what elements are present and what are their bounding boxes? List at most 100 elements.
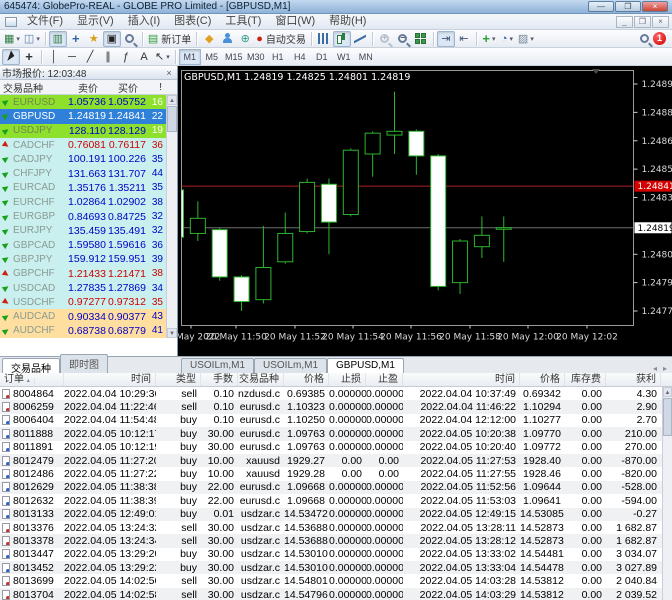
- menu-item-6[interactable]: 帮助(H): [322, 14, 373, 29]
- menu-item-1[interactable]: 显示(V): [70, 14, 121, 29]
- orders-table-scrollbar[interactable]: ▲: [662, 387, 672, 600]
- scroll-up-arrow[interactable]: ▲: [663, 387, 672, 397]
- market-watch-close-icon[interactable]: ×: [163, 68, 175, 78]
- market-watch-row-gbpcad[interactable]: GBPCAD1.595801.5961636: [0, 238, 177, 252]
- menu-item-4[interactable]: 工具(T): [218, 14, 268, 29]
- order-row-8006404[interactable]: 80064042022.04.04 11:54:48buy0.10eurusd.…: [0, 414, 672, 427]
- market-watch-row-gbpusd[interactable]: GBPUSD1.248191.2484122: [0, 109, 177, 123]
- vertical-line-icon[interactable]: │: [45, 49, 63, 65]
- minimize-button[interactable]: —: [588, 1, 614, 12]
- new-chart-icon[interactable]: ▦▾: [2, 31, 22, 47]
- arrows-icon[interactable]: ↖▾: [153, 49, 172, 65]
- menu-item-0[interactable]: 文件(F): [20, 14, 70, 29]
- arrows-dropdown-arrow[interactable]: ▾: [166, 53, 170, 61]
- column-bid[interactable]: 卖价: [62, 80, 108, 95]
- market-watch-row-usdjpy[interactable]: USDJPY128.110128.12919: [0, 124, 177, 138]
- mdi-close-button[interactable]: ×: [652, 16, 669, 28]
- market-watch-icon[interactable]: ▥: [49, 31, 67, 47]
- auto-scroll-icon[interactable]: ⇥: [437, 31, 455, 47]
- indicators-icon[interactable]: +▾: [480, 31, 498, 47]
- maximize-button[interactable]: ❒: [615, 1, 641, 12]
- chart-tab-1[interactable]: USOILm,M1: [254, 358, 327, 373]
- order-row-8013704[interactable]: 80137042022.04.05 14:02:58sell30.00usdza…: [0, 588, 672, 600]
- orders-column-7[interactable]: 止盈: [366, 373, 403, 386]
- market-watch-row-audcad[interactable]: AUDCAD0.903340.9037743: [0, 309, 177, 323]
- community-icon[interactable]: [218, 31, 236, 47]
- order-row-8012632[interactable]: 80126322022.04.05 11:38:39buy22.00eurusd…: [0, 494, 672, 507]
- column-ask[interactable]: 买价: [108, 80, 148, 95]
- column-symbol[interactable]: 交易品种: [0, 80, 62, 95]
- market-watch-row-usdcad[interactable]: USDCAD1.278351.2786934: [0, 281, 177, 295]
- mdi-minimize-button[interactable]: _: [616, 16, 633, 28]
- chart-candles-icon[interactable]: [333, 31, 351, 47]
- trendline-icon[interactable]: ╱: [81, 49, 99, 65]
- zoom-out-icon[interactable]: −: [394, 31, 412, 47]
- menu-item-2[interactable]: 插入(I): [121, 14, 167, 29]
- chart-window-icon[interactable]: [5, 17, 17, 27]
- terminal-icon[interactable]: ▣: [103, 31, 121, 47]
- order-row-8013376[interactable]: 80133762022.04.05 13:24:32sell30.00usdza…: [0, 521, 672, 534]
- order-row-8012479[interactable]: 80124792022.04.05 11:27:20buy10.00xauusd…: [0, 454, 672, 467]
- order-row-8013699[interactable]: 80136992022.04.05 14:02:56sell30.00usdza…: [0, 574, 672, 587]
- order-row-8013378[interactable]: 80133782022.04.05 13:24:34sell30.00usdza…: [0, 534, 672, 547]
- orders-column-2[interactable]: 类型: [156, 373, 201, 386]
- scrollbar-thumb[interactable]: [167, 106, 177, 132]
- profiles-icon[interactable]: ◫▾: [22, 31, 42, 47]
- mdi-restore-button[interactable]: ❒: [634, 16, 651, 28]
- metaeditor-icon[interactable]: ◆: [200, 31, 218, 47]
- navigator-icon[interactable]: ★: [85, 31, 103, 47]
- search-icon[interactable]: [635, 31, 653, 47]
- order-row-8013452[interactable]: 80134522022.04.05 13:29:22buy30.00usdzar…: [0, 561, 672, 574]
- market-watch-row-eurjpy[interactable]: EURJPY135.459135.49132: [0, 224, 177, 238]
- profiles-dropdown-arrow[interactable]: ▾: [36, 35, 40, 43]
- orders-column-3[interactable]: 手数: [201, 373, 238, 386]
- market-watch-row-cadchf[interactable]: CADCHF0.760810.7611736: [0, 138, 177, 152]
- periods-icon[interactable]: ◔▾: [498, 31, 516, 47]
- market-watch-scrollbar[interactable]: ▲ ▼: [166, 95, 177, 338]
- scroll-up-arrow[interactable]: ▲: [167, 95, 177, 105]
- timeframe-m30-button[interactable]: M30: [245, 49, 267, 65]
- chart-line-icon[interactable]: [351, 31, 369, 47]
- periods-dropdown-arrow[interactable]: ▾: [509, 35, 513, 43]
- new-chart-dropdown-arrow[interactable]: ▾: [16, 35, 20, 43]
- orders-column-0[interactable]: 订单 ▴: [0, 373, 64, 386]
- chart-tab-0[interactable]: USOILm,M1: [181, 358, 254, 373]
- orders-column-10[interactable]: 库存费: [565, 373, 606, 386]
- market-watch-row-gbpjpy[interactable]: GBPJPY159.912159.95139: [0, 252, 177, 266]
- market-watch-row-cadjpy[interactable]: CADJPY100.191100.22635: [0, 152, 177, 166]
- market-watch-row-usdchf[interactable]: USDCHF0.972770.9731235: [0, 295, 177, 309]
- crosshair-icon[interactable]: +: [20, 49, 38, 65]
- chart-shift-icon[interactable]: ⇤: [455, 31, 473, 47]
- equidistant-channel-icon[interactable]: ∥: [99, 49, 117, 65]
- market-watch-row-audchf[interactable]: AUDCHF0.687380.6877941: [0, 324, 177, 338]
- zoom-in-icon[interactable]: +: [376, 31, 394, 47]
- scroll-down-arrow[interactable]: ▼: [167, 328, 177, 338]
- market-watch-row-gbpchf[interactable]: GBPCHF1.214331.2147138: [0, 267, 177, 281]
- order-row-8012486[interactable]: 80124862022.04.05 11:27:22buy10.00xauusd…: [0, 467, 672, 480]
- orders-column-8[interactable]: 时间: [403, 373, 520, 386]
- timeframe-m1-button[interactable]: M1: [179, 49, 201, 65]
- chart-bars-icon[interactable]: [315, 31, 333, 47]
- timeframe-d1-button[interactable]: D1: [311, 49, 333, 65]
- column-spread[interactable]: !: [148, 82, 166, 93]
- orders-column-11[interactable]: 获利: [606, 373, 661, 386]
- timeframe-h1-button[interactable]: H1: [267, 49, 289, 65]
- market-watch-row-eurcad[interactable]: EURCAD1.351761.3521135: [0, 181, 177, 195]
- chart-tab-2[interactable]: GBPUSD,M1: [327, 358, 404, 373]
- market-watch-row-eurgbp[interactable]: EURGBP0.846930.8472532: [0, 209, 177, 223]
- horizontal-line-icon[interactable]: ─: [63, 49, 81, 65]
- timeframe-h4-button[interactable]: H4: [289, 49, 311, 65]
- order-row-8011891[interactable]: 80118912022.04.05 10:12:19buy30.00eurusd…: [0, 441, 672, 454]
- tab-scroll-left-icon[interactable]: ◂: [650, 364, 660, 373]
- market-watch-row-eurchf[interactable]: EURCHF1.028641.0290238: [0, 195, 177, 209]
- order-row-8012629[interactable]: 80126292022.04.05 11:38:38buy22.00eurusd…: [0, 481, 672, 494]
- market-icon[interactable]: ⊕: [236, 31, 254, 47]
- autotrading-button[interactable]: ●自动交易: [254, 31, 308, 47]
- new-order-button[interactable]: ▤新订单: [146, 31, 193, 47]
- order-row-8006259[interactable]: 80062592022.04.04 11:22:46sell0.10eurusd…: [0, 400, 672, 413]
- scrollbar-thumb[interactable]: [663, 398, 672, 436]
- market-watch-tab-0[interactable]: 交易品种: [2, 358, 60, 373]
- market-watch-row-chfjpy[interactable]: CHFJPY131.663131.70744: [0, 166, 177, 180]
- order-row-8013447[interactable]: 80134472022.04.05 13:29:20buy30.00usdzar…: [0, 548, 672, 561]
- order-row-8011888[interactable]: 80118882022.04.05 10:12:17buy30.00eurusd…: [0, 427, 672, 440]
